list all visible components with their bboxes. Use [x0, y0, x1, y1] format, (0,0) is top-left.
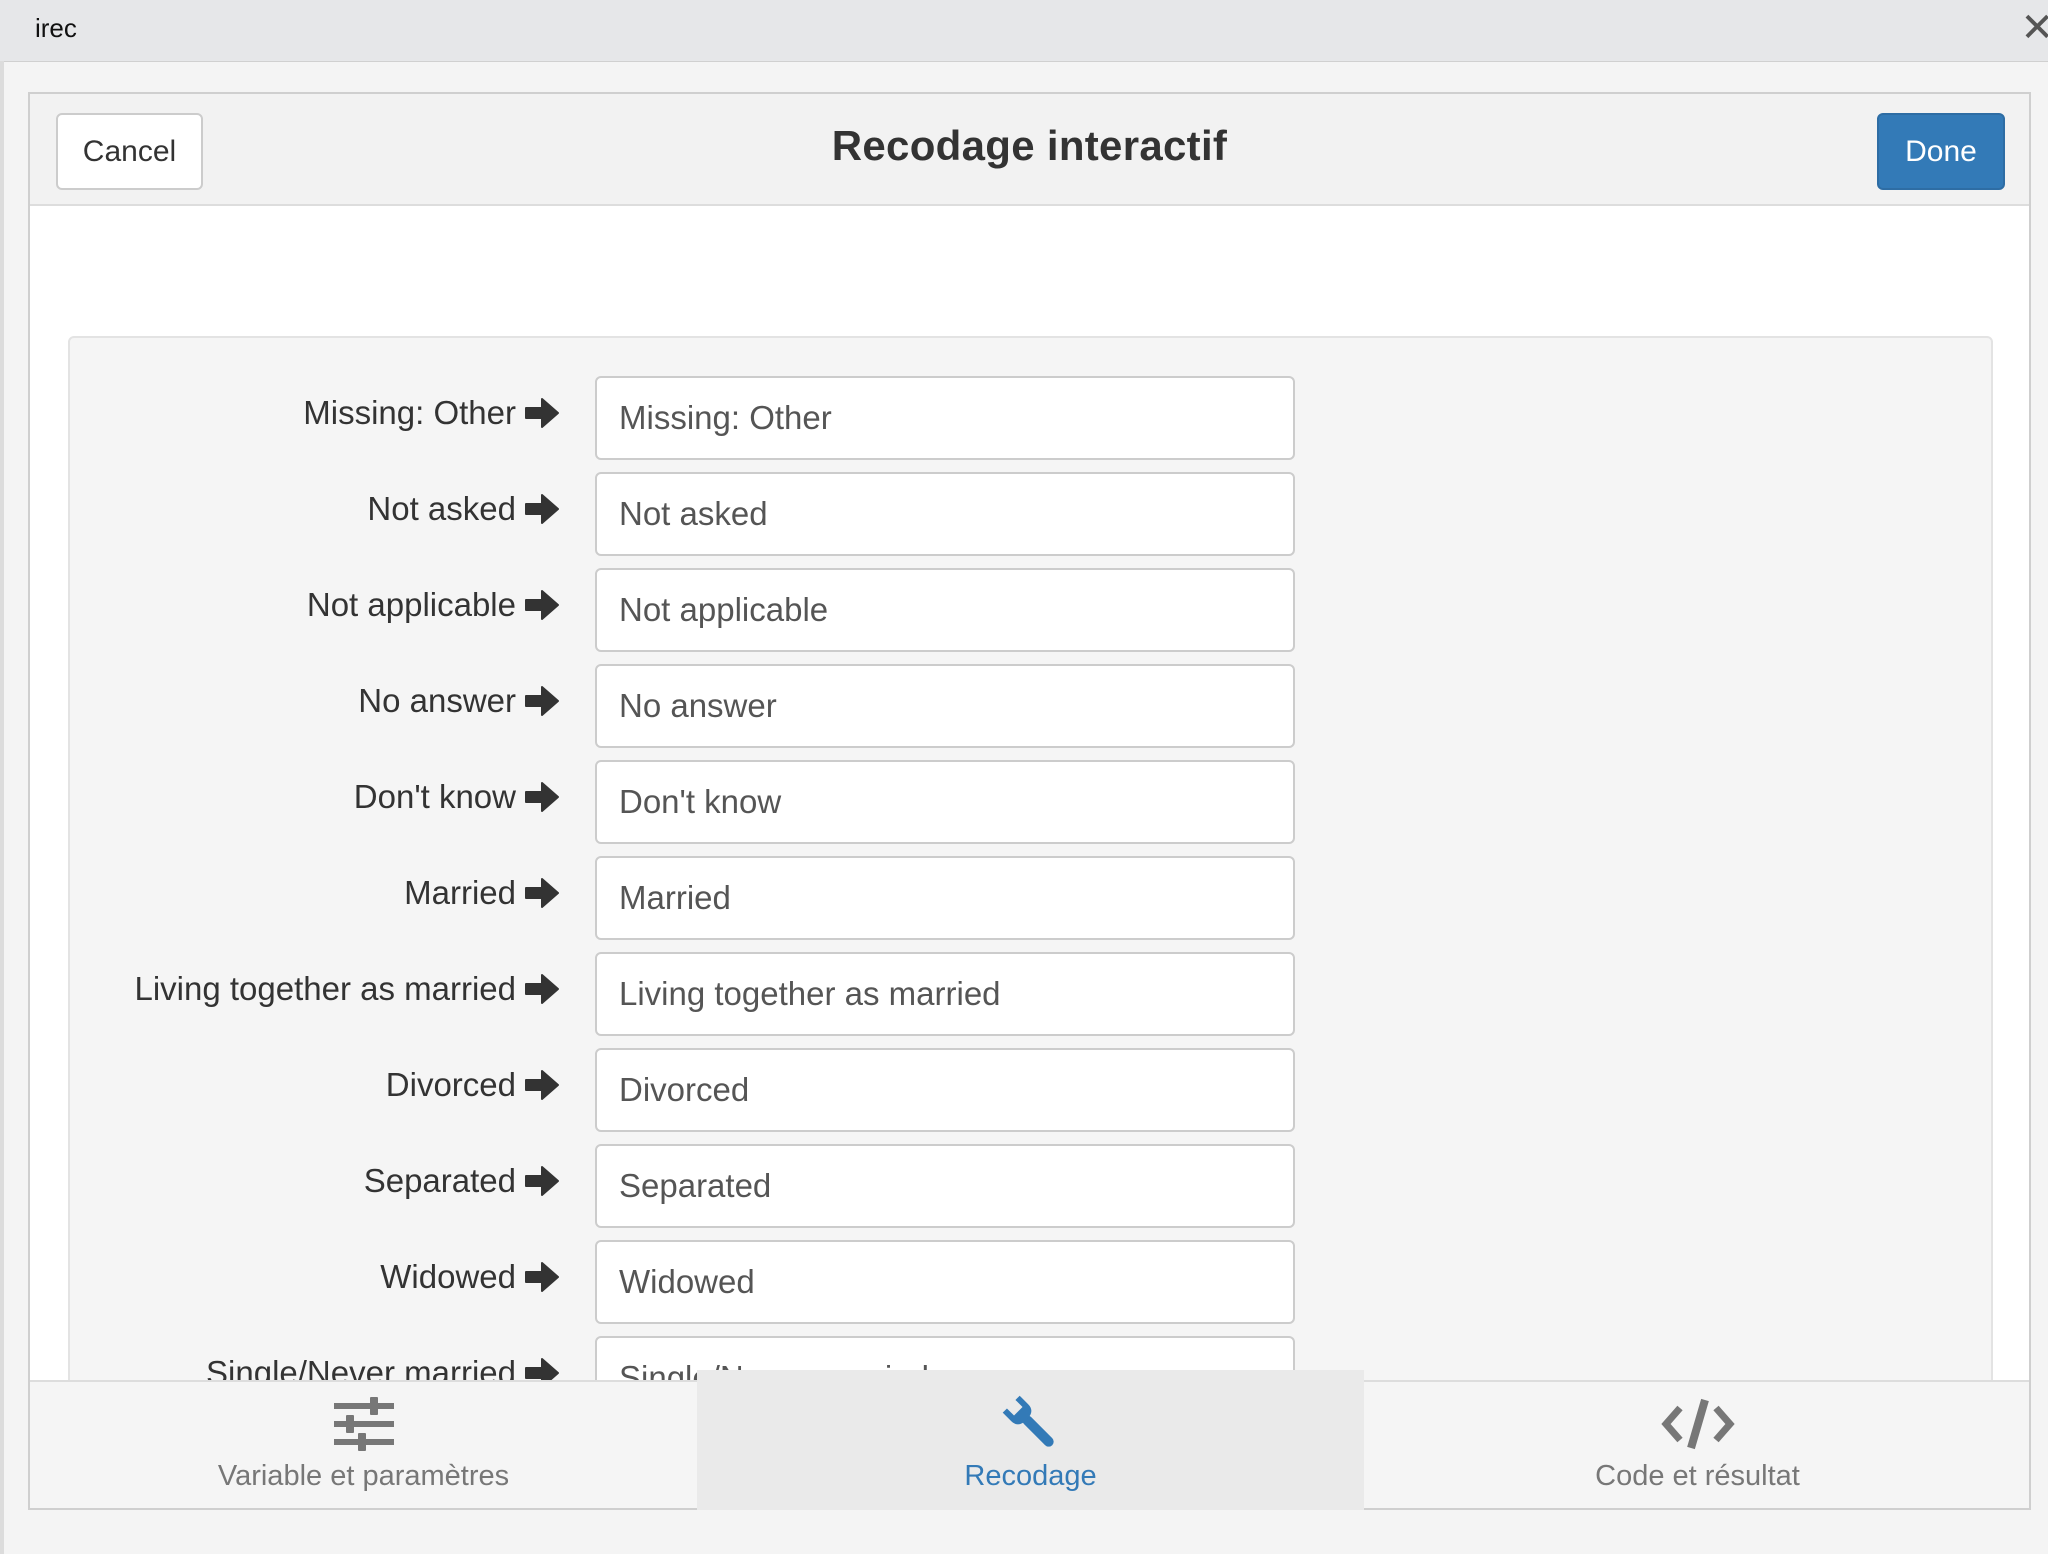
original-value-label: Divorced — [385, 1066, 516, 1103]
tab-label: Variable et paramètres — [217, 1460, 510, 1492]
recode-row: Don't know — [30, 760, 1430, 844]
recode-value-input[interactable] — [595, 952, 1295, 1036]
recode-row: No answer — [30, 664, 1430, 748]
original-value-label: Separated — [363, 1162, 516, 1199]
original-value-label: Not asked — [367, 490, 516, 527]
recode-value-input[interactable] — [595, 1144, 1295, 1228]
recode-value-input[interactable] — [595, 760, 1295, 844]
arrow-right-icon — [525, 1166, 559, 1196]
arrow-right-icon — [525, 974, 559, 1004]
window-title: irec — [35, 13, 77, 43]
tab-label: Recodage — [964, 1460, 1097, 1492]
tab-variable-parametres[interactable]: Variable et paramètres — [30, 1382, 697, 1510]
arrow-right-icon — [525, 686, 559, 716]
done-button[interactable]: Done — [1877, 113, 2005, 190]
recode-row: Living together as married — [30, 952, 1430, 1036]
recode-row: Separated — [30, 1144, 1430, 1228]
original-value-label: Don't know — [353, 778, 516, 815]
arrow-right-icon — [525, 878, 559, 908]
recode-row-label: Divorced — [386, 1066, 560, 1104]
gadget-title: Recodage interactif — [831, 122, 1228, 169]
sliders-icon — [333, 1397, 394, 1451]
recode-value-input[interactable] — [595, 856, 1295, 940]
recode-row-label: Married — [404, 874, 560, 912]
arrow-right-icon — [525, 782, 559, 812]
recode-row: Not asked — [30, 472, 1430, 556]
recode-row: Married — [30, 856, 1430, 940]
arrow-right-icon — [525, 1070, 559, 1100]
arrow-right-icon — [525, 1262, 559, 1292]
original-value-label: Married — [404, 874, 516, 911]
wrench-icon — [1002, 1395, 1054, 1447]
recode-row-label: Widowed — [380, 1258, 560, 1296]
window-titlebar: irec ✕ — [0, 0, 2048, 62]
recode-value-input[interactable] — [595, 1240, 1295, 1324]
original-value-label: No answer — [358, 682, 516, 719]
recode-value-input[interactable] — [595, 664, 1295, 748]
gadget-container: Cancel Recodage interactif Done Missing:… — [28, 92, 2031, 1510]
recode-row-label: Not applicable — [307, 586, 560, 624]
tab-bar: Variable et paramètres Recodage Code et … — [30, 1370, 2031, 1510]
recode-row: Missing: Other — [30, 376, 1430, 460]
recode-value-input[interactable] — [595, 472, 1295, 556]
arrow-right-icon — [525, 494, 559, 524]
arrow-right-icon — [525, 590, 559, 620]
recode-row-label: Living together as married — [134, 970, 560, 1008]
recode-row-label: Separated — [364, 1162, 560, 1200]
original-value-label: Not applicable — [306, 586, 516, 623]
recode-row-label: Not asked — [367, 490, 560, 528]
code-icon — [1660, 1398, 1735, 1450]
original-value-label: Missing: Other — [303, 394, 516, 431]
tab-label: Code et résultat — [1595, 1460, 1800, 1492]
arrow-right-icon — [525, 398, 559, 428]
close-icon[interactable]: ✕ — [2020, 8, 2048, 48]
recode-row-label: No answer — [358, 682, 560, 720]
tab-recodage[interactable]: Recodage — [697, 1370, 1364, 1510]
tab-code-resultat[interactable]: Code et résultat — [1364, 1382, 2031, 1510]
original-value-label: Living together as married — [134, 970, 516, 1007]
recode-row-label: Don't know — [354, 778, 560, 816]
window-edge — [0, 61, 4, 1554]
recode-row: Widowed — [30, 1240, 1430, 1324]
original-value-label: Widowed — [380, 1258, 516, 1295]
recode-value-input[interactable] — [595, 568, 1295, 652]
recode-row: Not applicable — [30, 568, 1430, 652]
recode-row-label: Missing: Other — [303, 394, 560, 432]
recode-panel: Missing: Other Not asked Not applicable No … — [30, 206, 2029, 1476]
gadget-title-bar: Cancel Recodage interactif Done — [30, 94, 2029, 206]
recode-value-input[interactable] — [595, 376, 1295, 460]
recode-row: Divorced — [30, 1048, 1430, 1132]
recode-value-input[interactable] — [595, 1048, 1295, 1132]
